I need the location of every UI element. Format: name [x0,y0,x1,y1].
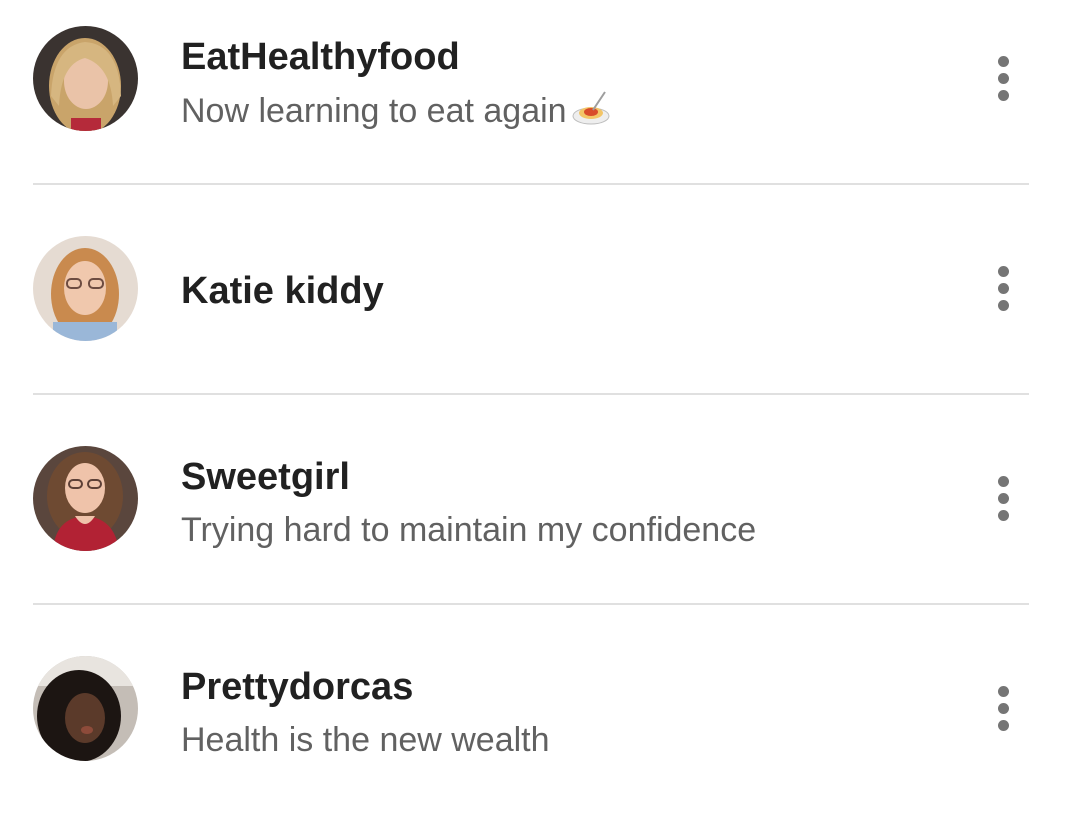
avatar[interactable] [33,26,138,131]
more-vertical-icon[interactable] [986,260,1020,318]
divider [33,603,1029,605]
avatar[interactable] [33,236,138,341]
contact-status: Now learning to eat again [181,88,949,139]
contact-name: Katie kiddy [181,270,384,312]
contact-row[interactable]: Sweetgirl Trying hard to maintain my con… [0,420,1069,630]
spaghetti-icon [571,88,611,139]
more-vertical-icon[interactable] [986,680,1020,738]
contact-row[interactable]: Katie kiddy [0,210,1069,420]
contact-list: EatHealthyfood Now learning to eat again [0,0,1069,833]
contact-row[interactable]: EatHealthyfood Now learning to eat again [0,0,1069,210]
status-text: Now learning to eat again [181,92,567,130]
avatar[interactable] [33,446,138,551]
avatar[interactable] [33,656,138,761]
divider [33,183,1029,185]
contact-status: Trying hard to maintain my confidence [181,511,757,549]
contact-row[interactable]: Prettydorcas Health is the new wealth [0,630,1069,840]
contact-status: Health is the new wealth [181,721,550,759]
divider [33,393,1029,395]
more-vertical-icon[interactable] [986,470,1020,528]
more-vertical-icon[interactable] [986,50,1020,108]
contact-name: Sweetgirl [181,456,350,498]
contact-name: EatHealthyfood [181,36,460,78]
contact-name: Prettydorcas [181,666,414,708]
